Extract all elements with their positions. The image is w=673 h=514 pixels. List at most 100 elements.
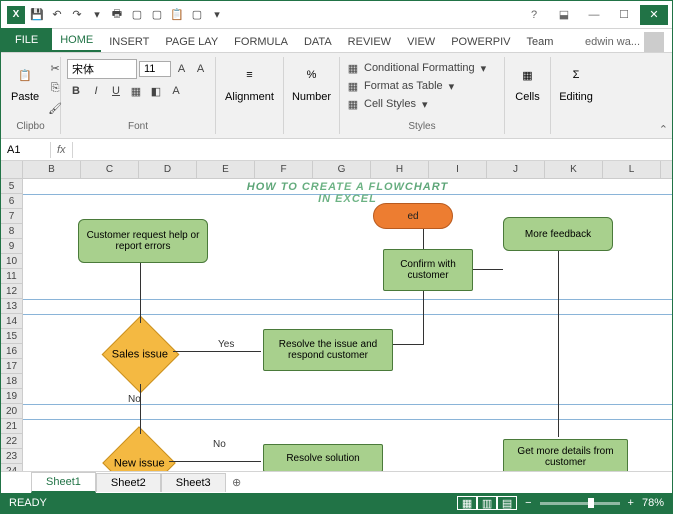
qat-icon-5[interactable]: ▢	[189, 7, 205, 23]
tab-team[interactable]: Team	[519, 32, 562, 52]
select-all-corner[interactable]	[1, 161, 23, 178]
user-account[interactable]: edwin wa...	[585, 32, 664, 52]
grow-font-icon[interactable]: A	[173, 60, 190, 78]
view-page-layout-icon[interactable]: ▥	[477, 496, 497, 510]
border-icon[interactable]: ▦	[127, 82, 145, 100]
cells-canvas[interactable]: HOW TO CREATE A FLOWCHART IN EXCEL Custo…	[23, 179, 672, 471]
col-header[interactable]: K	[545, 161, 603, 178]
tab-insert[interactable]: INSERT	[101, 32, 157, 52]
font-size-select[interactable]: 11	[139, 61, 171, 77]
row-header[interactable]: 24	[1, 464, 22, 471]
col-header[interactable]: L	[603, 161, 661, 178]
zoom-slider[interactable]	[540, 502, 620, 505]
row-header[interactable]: 5	[1, 179, 22, 194]
cells-button[interactable]: ▦ Cells	[511, 59, 544, 105]
qat-print-icon[interactable]: 🖶	[109, 7, 125, 23]
row-header[interactable]: 20	[1, 404, 22, 419]
sheet-tab-2[interactable]: Sheet2	[96, 473, 161, 492]
save-icon[interactable]: 💾	[29, 7, 45, 23]
minimize-icon[interactable]: —	[580, 5, 608, 25]
add-sheet-button[interactable]: ⊕	[226, 476, 248, 489]
font-color-icon[interactable]: A	[167, 82, 185, 100]
zoom-level[interactable]: 78%	[642, 497, 664, 509]
qat-more-icon[interactable]: ▾	[209, 7, 225, 23]
row-header[interactable]: 12	[1, 284, 22, 299]
row-header[interactable]: 13	[1, 299, 22, 314]
number-button[interactable]: % Number	[290, 59, 333, 105]
qat-icon-3[interactable]: ▢	[149, 7, 165, 23]
col-header[interactable]: I	[429, 161, 487, 178]
undo-icon[interactable]: ↶	[49, 7, 65, 23]
qat-icon-2[interactable]: ▢	[129, 7, 145, 23]
bold-button[interactable]: B	[67, 82, 85, 100]
shape-confirm[interactable]: Confirm with customer	[383, 249, 473, 291]
col-header[interactable]: G	[313, 161, 371, 178]
italic-button[interactable]: I	[87, 82, 105, 100]
row-header[interactable]: 7	[1, 209, 22, 224]
shape-resolve-2[interactable]: Resolve solution	[263, 444, 383, 471]
row-header[interactable]: 15	[1, 329, 22, 344]
tab-review[interactable]: REVIEW	[340, 32, 399, 52]
tab-powerpivot[interactable]: POWERPIV	[443, 32, 518, 52]
fx-icon[interactable]: fx	[51, 142, 73, 158]
ribbon-options-icon[interactable]: ⬓	[550, 5, 578, 25]
row-header[interactable]: 23	[1, 449, 22, 464]
font-name-select[interactable]: 宋体	[67, 59, 137, 79]
col-header[interactable]: C	[81, 161, 139, 178]
row-header[interactable]: 9	[1, 239, 22, 254]
row-header[interactable]: 22	[1, 434, 22, 449]
tab-formulas[interactable]: FORMULA	[226, 32, 296, 52]
row-header[interactable]: 19	[1, 389, 22, 404]
alignment-button[interactable]: ≡ Alignment	[222, 59, 277, 105]
sheet-tab-3[interactable]: Sheet3	[161, 473, 226, 492]
row-header[interactable]: 21	[1, 419, 22, 434]
format-table-button[interactable]: ▦Format as Table▾	[346, 77, 498, 95]
close-icon[interactable]: ✕	[640, 5, 668, 25]
zoom-in-icon[interactable]: +	[628, 497, 634, 509]
sheet-tab-1[interactable]: Sheet1	[31, 472, 96, 493]
maximize-icon[interactable]: ☐	[610, 5, 638, 25]
paste-button[interactable]: 📋 Paste	[7, 59, 43, 117]
col-header[interactable]: H	[371, 161, 429, 178]
underline-button[interactable]: U	[107, 82, 125, 100]
col-header[interactable]: D	[139, 161, 197, 178]
shape-details[interactable]: Get more details from customer	[503, 439, 628, 471]
row-header[interactable]: 11	[1, 269, 22, 284]
formula-input[interactable]	[73, 148, 672, 152]
row-header[interactable]: 17	[1, 359, 22, 374]
redo-icon[interactable]: ↷	[69, 7, 85, 23]
tab-view[interactable]: VIEW	[399, 32, 443, 52]
row-header[interactable]: 14	[1, 314, 22, 329]
tab-file[interactable]: FILE	[1, 28, 52, 52]
cell-styles-button[interactable]: ▦Cell Styles▾	[346, 95, 498, 113]
col-header[interactable]: B	[23, 161, 81, 178]
editing-button[interactable]: Σ Editing	[557, 59, 595, 105]
conditional-formatting-button[interactable]: ▦Conditional Formatting▾	[346, 59, 498, 77]
tab-page-layout[interactable]: PAGE LAY	[157, 32, 226, 52]
shape-terminator[interactable]: ed	[373, 203, 453, 229]
shape-start[interactable]: Customer request help or report errors	[78, 219, 208, 263]
col-header[interactable]: J	[487, 161, 545, 178]
view-page-break-icon[interactable]: ▤	[497, 496, 517, 510]
tab-data[interactable]: DATA	[296, 32, 340, 52]
col-header[interactable]: E	[197, 161, 255, 178]
help-icon[interactable]: ?	[520, 5, 548, 25]
row-header[interactable]: 16	[1, 344, 22, 359]
shape-feedback[interactable]: More feedback	[503, 217, 613, 251]
zoom-out-icon[interactable]: −	[525, 497, 531, 509]
qat-icon-1[interactable]: ▾	[89, 7, 105, 23]
fill-color-icon[interactable]: ◧	[147, 82, 165, 100]
row-header[interactable]: 10	[1, 254, 22, 269]
row-header[interactable]: 6	[1, 194, 22, 209]
shape-new-issue[interactable]: New issue	[102, 426, 176, 471]
view-normal-icon[interactable]: ▦	[457, 496, 477, 510]
shape-resolve-1[interactable]: Resolve the issue and respond customer	[263, 329, 393, 371]
shrink-font-icon[interactable]: A	[192, 60, 209, 78]
row-header[interactable]: 18	[1, 374, 22, 389]
name-box[interactable]: A1	[1, 142, 51, 158]
row-header[interactable]: 8	[1, 224, 22, 239]
shape-sales-issue[interactable]: Sales issue	[102, 316, 180, 394]
col-header[interactable]: F	[255, 161, 313, 178]
collapse-ribbon-icon[interactable]: ⌃	[659, 123, 668, 136]
qat-icon-4[interactable]: 📋	[169, 7, 185, 23]
